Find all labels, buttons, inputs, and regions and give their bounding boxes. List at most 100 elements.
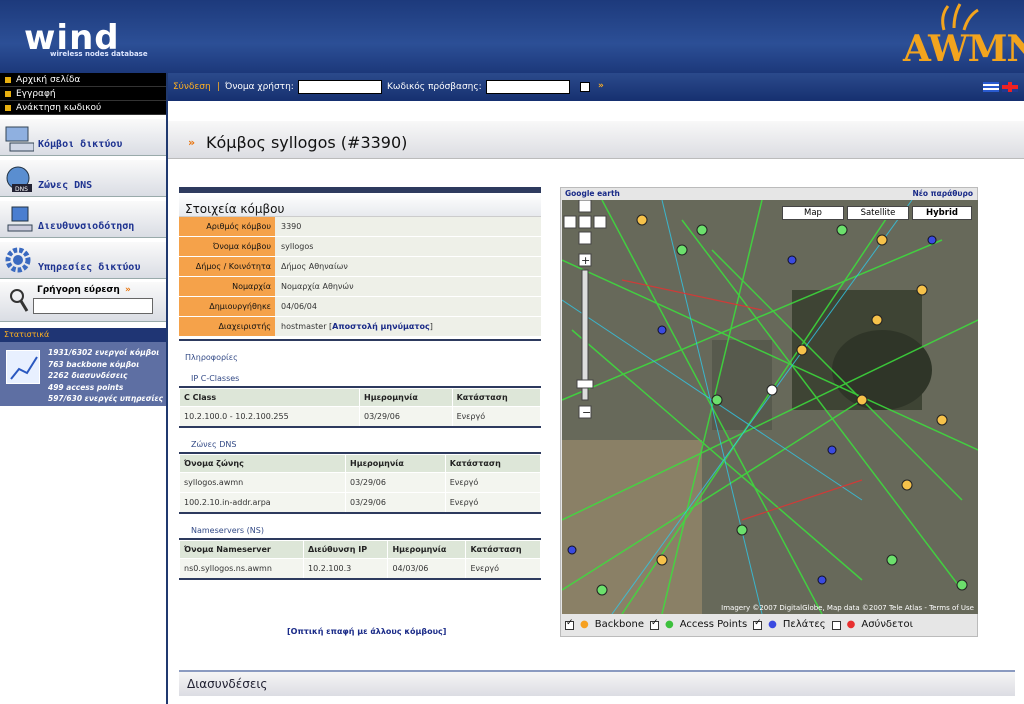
nameservers-title: Nameservers (NS) (179, 526, 541, 540)
quick-search-go-icon[interactable]: » (125, 285, 131, 295)
stats-active-nodes: 1931/6302 ενεργοί κόμβοι (48, 348, 160, 357)
col-header: Κατάσταση (451, 388, 542, 407)
col-header: Κατάσταση (444, 454, 542, 473)
sidebar-link-recover-password[interactable]: Ανάκτηση κωδικού (0, 101, 166, 115)
login-bar: Σύνδεση | Όνομα χρήστη: Κωδικός πρόσβαση… (168, 73, 1024, 101)
svg-text:−: − (582, 406, 591, 419)
zoom-control[interactable]: + − (562, 200, 608, 430)
info-row: Δήμος / Κοινότητα Δήμος Αθηναίων (179, 257, 541, 277)
sidebar-item-services[interactable]: Υπηρεσίες δικτύου (0, 241, 166, 279)
table-row: syllogos.awmn 03/29/06 Ενεργό (179, 472, 542, 493)
info-row: Όνομα κόμβου syllogos (179, 237, 541, 257)
sidebar-link-home[interactable]: Αρχική σελίδα (0, 73, 166, 87)
greek-flag-icon[interactable] (983, 82, 1000, 92)
pc-icon (7, 206, 33, 232)
sidebar-item-label: Κόμβοι δικτύου (38, 139, 123, 150)
table-header-row: C Class Ημερομηνία Κατάσταση (179, 388, 542, 407)
cell: Ενεργό (451, 406, 542, 428)
page-title-bar: » Κόμβος syllogos (#3390) (168, 121, 1024, 159)
line-of-sight-label: Οπτική επαφή με άλλους κόμβους (290, 627, 443, 636)
links-section-header: Διασυνδέσεις (179, 670, 1015, 696)
magnifier-icon (10, 289, 29, 312)
cell: 03/29/06 (345, 472, 446, 493)
col-header: Ημερομηνία (359, 388, 453, 407)
dns-zones-title: Ζώνες DNS (179, 440, 541, 454)
table-row: ns0.syllogos.ns.awmn 10.2.100.3 04/03/06 Εν… (179, 558, 541, 580)
pan-up-icon (578, 200, 592, 213)
info-value: 3390 (275, 217, 541, 236)
node-info-panel: Στοιχεία κόμβου Αριθμός κόμβου 3390 Όνομα… (179, 187, 542, 580)
info-key: Αριθμός κόμβου (179, 217, 275, 236)
info-value: Νομαρχία Αθηνών (275, 277, 541, 296)
cell: ns0.syllogos.ns.awmn (179, 558, 304, 580)
col-header: Όνομα Nameserver (179, 540, 304, 559)
uk-flag-icon[interactable] (1002, 82, 1018, 92)
map-type-map-button[interactable]: Map (782, 206, 844, 220)
access-points-checkbox[interactable] (649, 618, 659, 630)
pin-green-icon: ● (664, 619, 674, 630)
clients-checkbox[interactable] (753, 618, 763, 630)
info-key: Δήμος / Κοινότητα (179, 257, 275, 276)
separator: | (217, 82, 221, 92)
info-key: Νομαρχία (179, 277, 275, 296)
stats-access-points: 499 access points (48, 382, 124, 392)
pin-red-icon: ● (846, 619, 856, 630)
pan-center-icon (578, 215, 592, 229)
table-header-row: Όνομα Nameserver Διεύθυνση IP Ημερομηνία Κα… (179, 540, 541, 559)
login-go-icon[interactable]: » (598, 81, 604, 91)
col-header: Ημερομηνία (345, 454, 446, 473)
svg-text:DNS: DNS (15, 186, 28, 193)
sidebar-item-label: Υπηρεσίες δικτύου (38, 262, 141, 273)
cell: Ενεργό (444, 492, 542, 514)
admin-name[interactable]: hostmaster (281, 322, 326, 331)
awmn-logo[interactable]: AWMN (903, 28, 1024, 70)
cell: 10.2.100.3 (302, 558, 389, 580)
info-row: Διαχειριστής hostmaster [Αποστολή μηνύματ… (179, 317, 541, 337)
map-credits: Imagery ©2007 DigitalGlobe, Map data ©20… (721, 604, 974, 612)
cell: 04/03/06 (387, 558, 467, 580)
col-header: Ημερομηνία (387, 540, 467, 559)
pan-left-icon (563, 215, 577, 229)
remember-checkbox[interactable] (580, 82, 590, 92)
ip-classes-table: C Class Ημερομηνία Κατάσταση 10.2.100.0 - … (179, 388, 542, 428)
password-label: Κωδικός πρόσβασης: (387, 82, 482, 92)
col-header: Κατάσταση (465, 540, 541, 559)
cell: 10.2.100.0 - 10.2.100.255 (179, 406, 360, 428)
info-key: Διαχειριστής (179, 317, 275, 336)
nameservers-table: Όνομα Nameserver Διεύθυνση IP Ημερομηνία Κα… (179, 540, 541, 580)
satellite-map[interactable]: Map Satellite Hybrid + − Imagery ©2007 D… (562, 200, 978, 614)
new-window-link[interactable]: Νέο παράθυρο (912, 189, 973, 199)
info-value: Δήμος Αθηναίων (275, 257, 541, 276)
double-arrow-icon: » (188, 136, 196, 149)
cell: 03/29/06 (345, 492, 446, 514)
map-type-satellite-button[interactable]: Satellite (847, 206, 909, 220)
sidebar-item-label: Διευθυνσιοδότηση (38, 221, 135, 232)
chart-icon (6, 350, 40, 384)
sidebar-link-register[interactable]: Εγγραφή (0, 87, 166, 101)
ip-classes-title: IP C-Classes (179, 374, 541, 388)
username-input[interactable] (298, 80, 382, 94)
map-overlay (562, 200, 978, 614)
line-of-sight-link[interactable]: [Οπτική επαφή με άλλους κόμβους] (287, 627, 446, 636)
col-header: C Class (179, 388, 360, 407)
login-link[interactable]: Σύνδεση (173, 82, 211, 92)
sidebar-item-addressing[interactable]: Διευθυνσιοδότηση (0, 200, 166, 238)
password-input[interactable] (486, 80, 570, 94)
info-value: hostmaster [Αποστολή μηνύματος] (275, 317, 541, 336)
stats-title[interactable]: Στατιστικά (0, 328, 166, 342)
sidebar-item-dns[interactable]: DNS Ζώνες DNS (0, 159, 166, 197)
info-value: syllogos (275, 237, 541, 256)
quick-search-input[interactable] (33, 298, 153, 314)
sidebar: Αρχική σελίδα Εγγραφή Ανάκτηση κωδικού Κ… (0, 73, 168, 704)
backbone-checkbox[interactable] (565, 618, 574, 630)
unlinked-checkbox[interactable] (831, 621, 841, 630)
info-row: Δημιουργήθηκε 04/06/04 (179, 297, 541, 317)
send-message-link[interactable]: Αποστολή μηνύματος (332, 322, 430, 331)
map-type-hybrid-button[interactable]: Hybrid (912, 206, 972, 220)
google-earth-link[interactable]: Google earth (565, 189, 620, 199)
node-info-title: Στοιχεία κόμβου (179, 187, 541, 217)
sidebar-item-nodes[interactable]: Κόμβοι δικτύου (0, 118, 166, 156)
wind-logo-subtitle: wireless nodes database (50, 50, 148, 58)
legend-clients: Πελάτες (782, 619, 826, 630)
gear-icon (5, 247, 31, 273)
